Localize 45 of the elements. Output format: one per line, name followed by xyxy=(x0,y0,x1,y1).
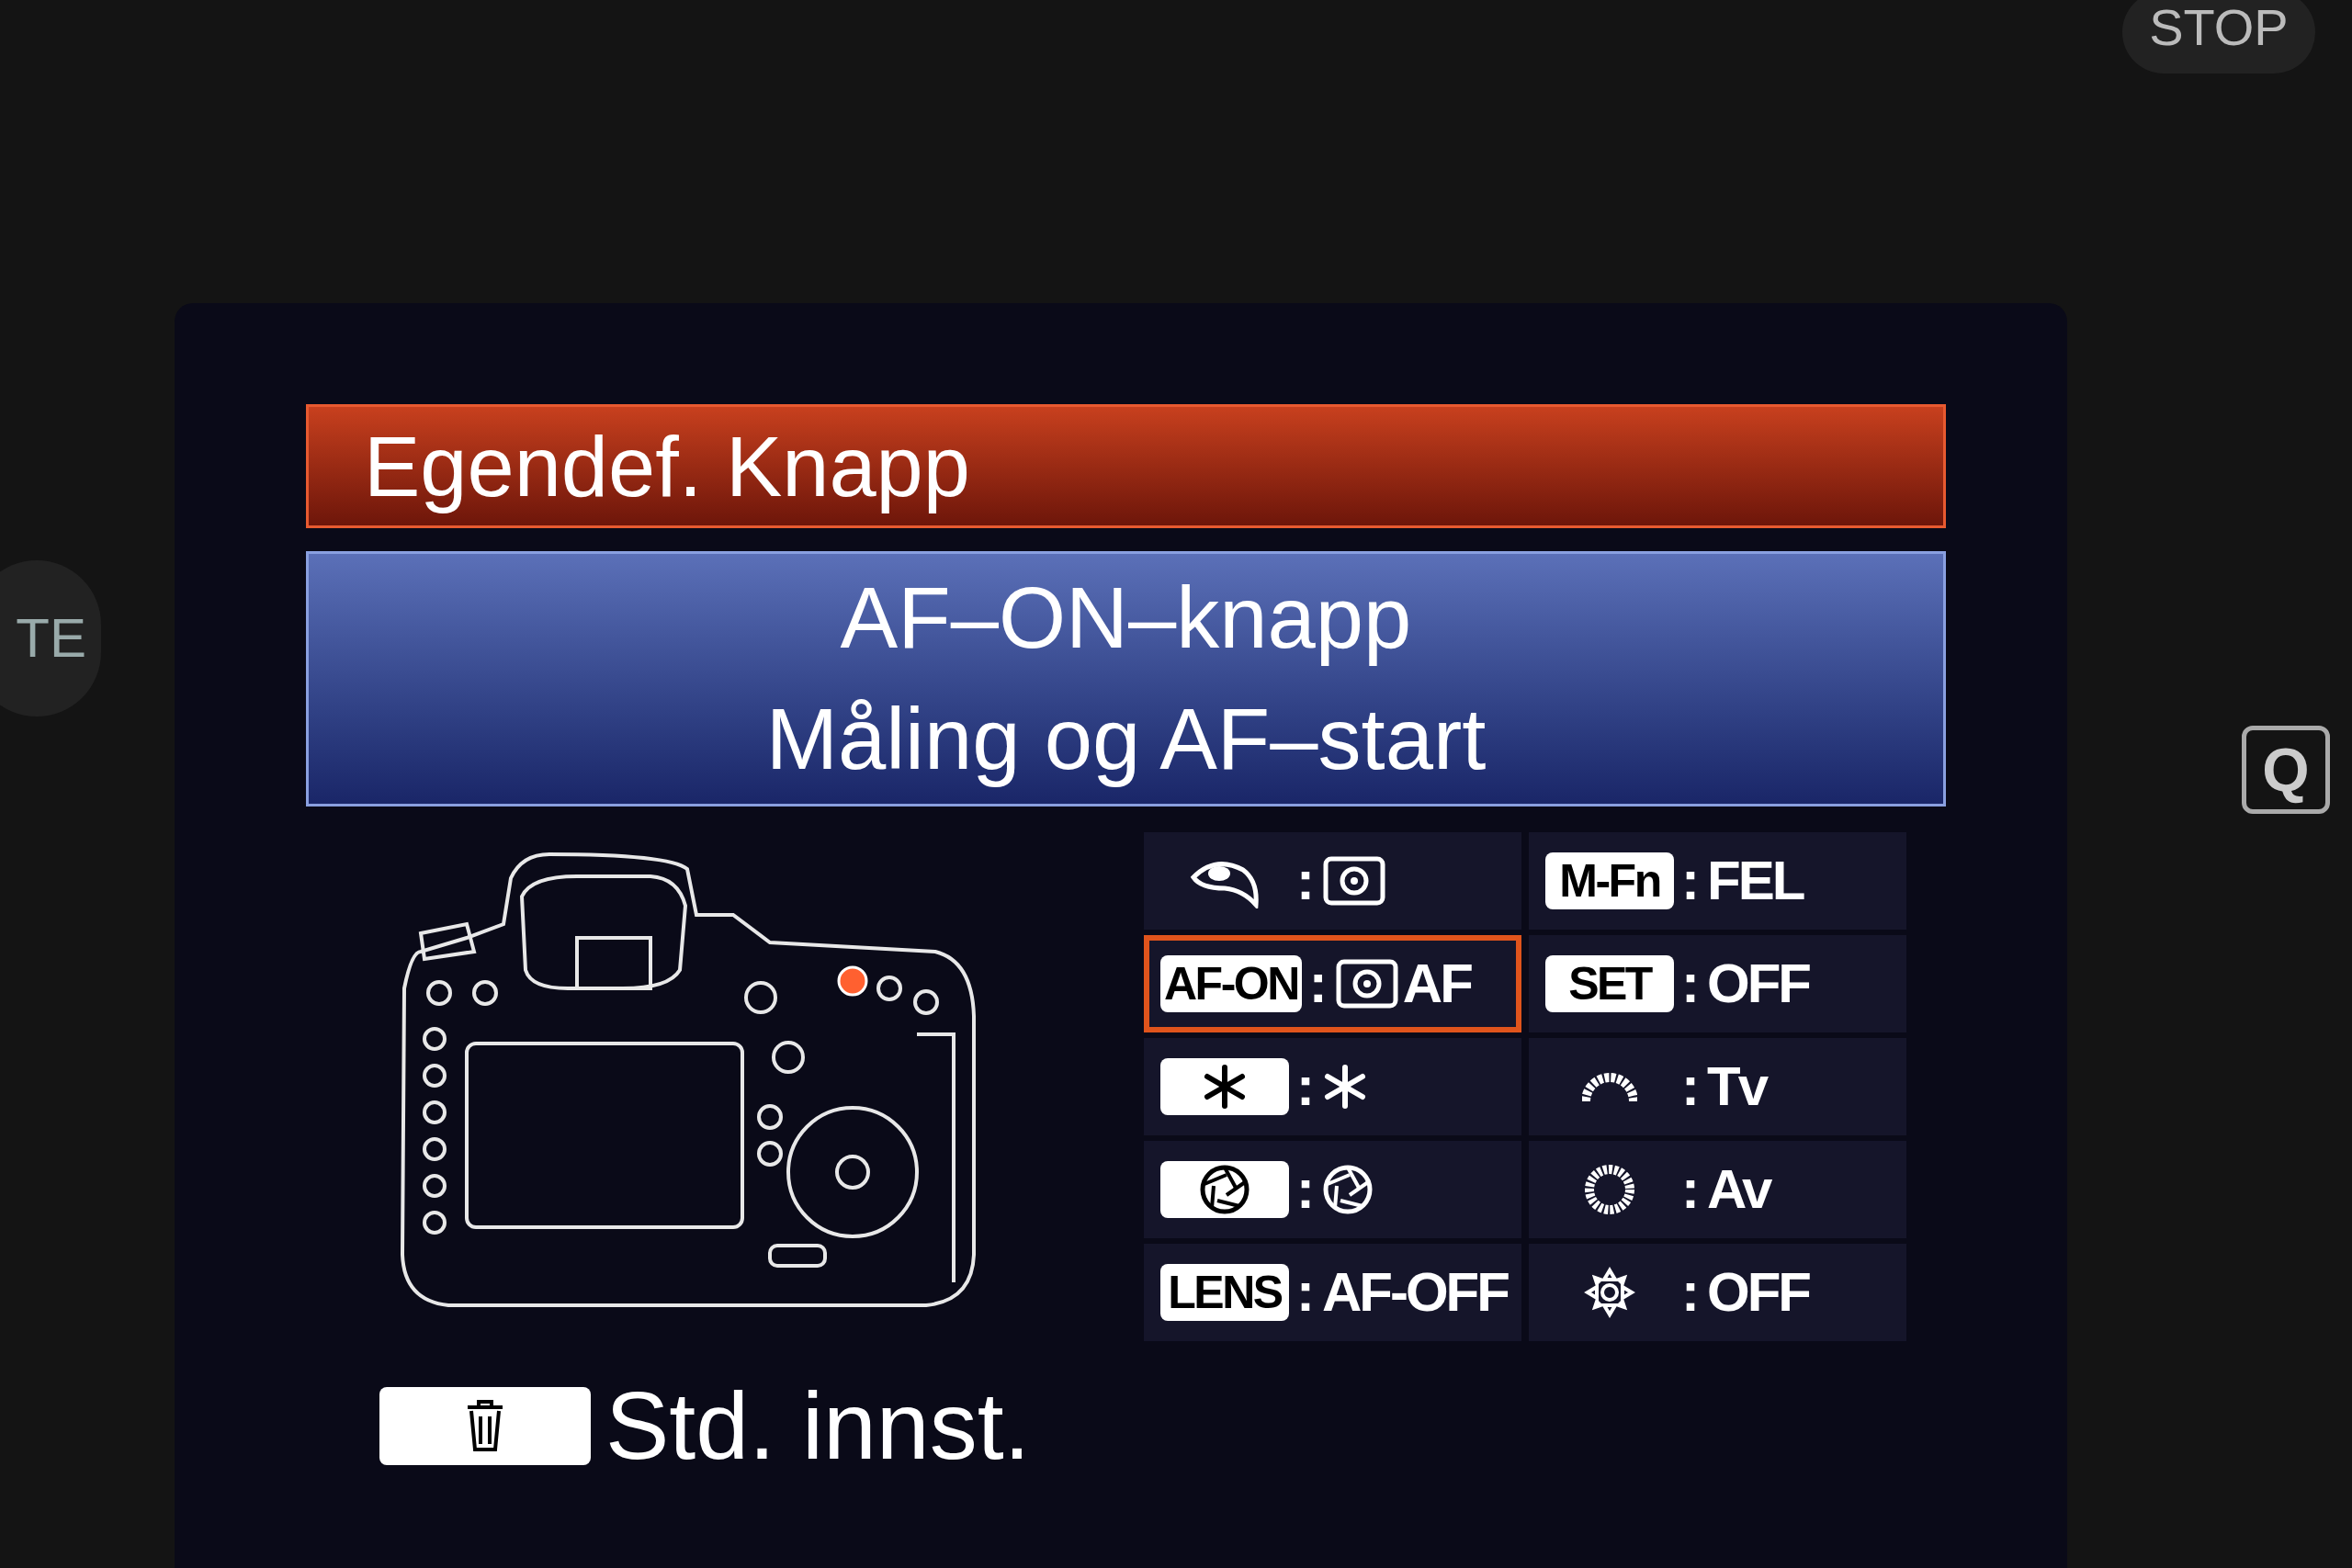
assignment-value: OFF xyxy=(1707,956,1809,1011)
body-button[interactable]: TE xyxy=(0,560,101,716)
trash-button[interactable] xyxy=(379,1386,591,1465)
separator: : xyxy=(1680,956,1701,1011)
separator: : xyxy=(1295,1059,1316,1114)
reset-label: Std. innst. xyxy=(605,1378,1031,1473)
asterisk-icon xyxy=(1202,1064,1248,1110)
button-function: Måling og AF–start xyxy=(765,690,1487,789)
separator: : xyxy=(1295,1265,1316,1320)
multi-controller-icon xyxy=(1584,1267,1635,1318)
button-assignment-cell[interactable]: :Tv xyxy=(1529,1038,1906,1135)
body-button[interactable]: STOP xyxy=(2122,0,2315,73)
assignment-value: OFF xyxy=(1707,1265,1809,1320)
assignment-value: AF xyxy=(1402,956,1471,1011)
assignment-value: FEL xyxy=(1707,853,1804,908)
button-assignment-cell[interactable]: : xyxy=(1144,1141,1521,1238)
button-assignment-cell[interactable]: M-Fn :FEL xyxy=(1529,832,1906,930)
separator: : xyxy=(1307,956,1329,1011)
assignment-value: Tv xyxy=(1707,1059,1766,1114)
separator: : xyxy=(1680,1162,1701,1217)
button-assignment-cell[interactable]: : xyxy=(1144,832,1521,930)
menu-title-bar: Egendef. Knapp xyxy=(306,404,1946,528)
button-assignment-cell[interactable]: LENS :AF-OFF xyxy=(1144,1244,1521,1341)
separator: : xyxy=(1680,1265,1701,1320)
separator: : xyxy=(1680,853,1701,908)
body-button[interactable]: Q xyxy=(2242,726,2330,814)
aperture-icon xyxy=(1199,1164,1250,1215)
key-badge: AF-ON xyxy=(1160,955,1302,1012)
key-badge: M-Fn xyxy=(1545,852,1674,909)
button-assignment-cell[interactable]: AF-ON : AF xyxy=(1144,935,1521,1032)
dial-icon xyxy=(1584,1164,1635,1215)
asterisk-icon xyxy=(1322,1064,1368,1110)
button-name: AF–ON–knapp xyxy=(840,569,1412,669)
button-assignment-cell[interactable]: SET :OFF xyxy=(1529,935,1906,1032)
assignment-value: Av xyxy=(1707,1162,1770,1217)
button-assignment-cell[interactable]: :Av xyxy=(1529,1141,1906,1238)
key-badge: LENS xyxy=(1160,1264,1289,1321)
button-assignment-cell[interactable]: : xyxy=(1144,1038,1521,1135)
separator: : xyxy=(1680,1059,1701,1114)
key-badge: SET xyxy=(1545,955,1674,1012)
button-assignment-cell[interactable]: :OFF xyxy=(1529,1244,1906,1341)
aperture-icon xyxy=(1322,1164,1374,1215)
assignment-value: AF-OFF xyxy=(1322,1265,1508,1320)
separator: : xyxy=(1295,853,1316,908)
separator: : xyxy=(1295,1162,1316,1217)
